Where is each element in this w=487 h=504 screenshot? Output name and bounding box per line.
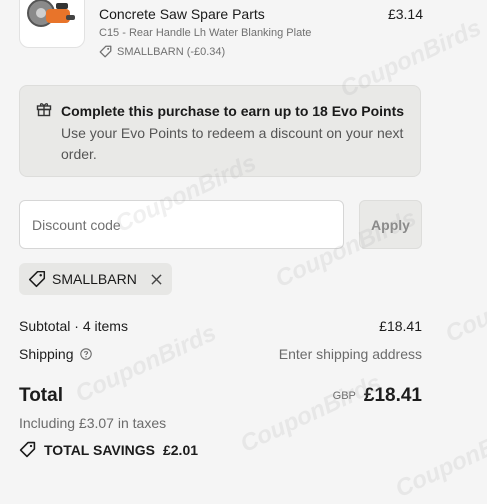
total-value: £18.41 xyxy=(363,385,422,406)
currency-code: GBP xyxy=(332,390,356,402)
total-label: Total xyxy=(19,385,63,406)
applied-discount-code: SMALLBARN xyxy=(52,271,137,287)
product-discount-label: SMALLBARN (-£0.34) xyxy=(117,45,226,58)
product-price: £3.14 xyxy=(387,6,423,22)
total-row: Total GBP £18.41 xyxy=(19,385,422,407)
subtotal-row: Subtotal · 4 items £18.41 xyxy=(19,318,422,334)
watermark: CouponBirds xyxy=(441,259,487,348)
product-title: Concrete Saw Spare Parts xyxy=(99,6,265,22)
gift-icon xyxy=(36,103,52,117)
evo-points-title: Complete this purchase to earn up to 18 … xyxy=(61,103,405,119)
subtotal-label: Subtotal · 4 items xyxy=(19,318,128,334)
product-variant: C15 - Rear Handle Lh Water Blanking Plat… xyxy=(99,27,312,39)
tag-icon xyxy=(99,45,112,58)
tag-icon xyxy=(28,270,46,288)
savings-label: TOTAL SAVINGS xyxy=(44,441,155,458)
shipping-row: Shipping Enter shipping address xyxy=(19,346,422,362)
shipping-value: Enter shipping address xyxy=(278,346,422,362)
product-discount: SMALLBARN (-£0.34) xyxy=(99,45,225,58)
help-circle-icon[interactable] xyxy=(79,348,92,360)
concrete-saw-image xyxy=(27,0,75,27)
savings-value: £2.01 xyxy=(162,441,199,458)
tag-icon xyxy=(19,441,36,458)
discount-code-input[interactable] xyxy=(19,200,344,249)
evo-points-body: Use your Evo Points to redeem a discount… xyxy=(61,125,404,162)
close-icon xyxy=(151,273,162,285)
remove-discount-button[interactable] xyxy=(151,273,162,285)
total-savings: TOTAL SAVINGS £2.01 xyxy=(19,441,198,458)
shipping-label: Shipping xyxy=(19,346,74,362)
subtotal-value: £18.41 xyxy=(379,318,422,334)
evo-points-banner: Complete this purchase to earn up to 18 … xyxy=(19,85,421,177)
taxes-note: Including £3.07 in taxes xyxy=(19,415,167,431)
applied-discount-chip: SMALLBARN xyxy=(19,263,172,295)
product-image xyxy=(19,0,85,48)
apply-button[interactable]: Apply xyxy=(359,200,422,249)
watermark: CouponBirds xyxy=(236,369,386,458)
taxes-row: Including £3.07 in taxes xyxy=(19,415,422,431)
